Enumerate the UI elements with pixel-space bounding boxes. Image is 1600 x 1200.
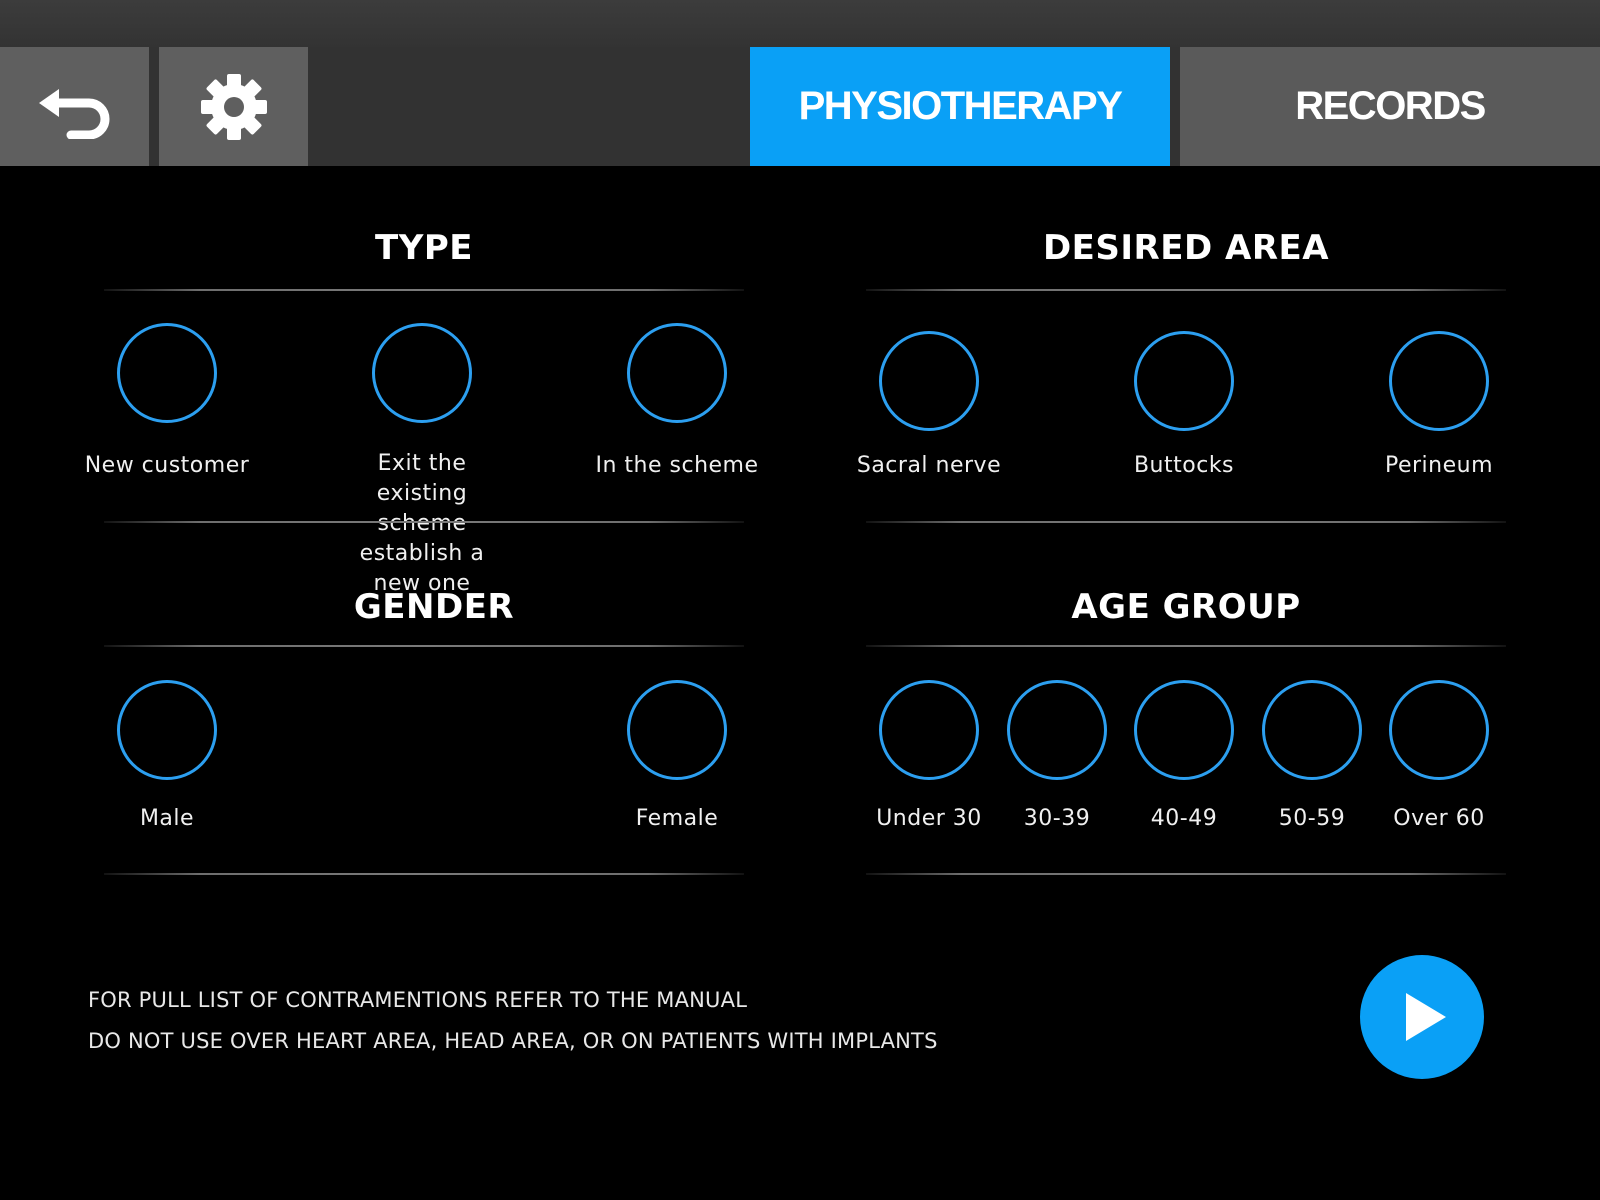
warning-line-1: FOR PULL LIST OF CONTRAMENTIONS REFER TO… [88,988,748,1012]
gender-title: GENDER [353,587,515,627]
area-option-buttocks[interactable]: Buttocks [1099,331,1269,481]
type-rule-top [104,289,744,291]
warning-notes: FOR PULL LIST OF CONTRAMENTIONS REFER TO… [88,980,938,1062]
gender-option-male[interactable]: Male [82,680,252,834]
tab-physiotherapy-label: PHYSIOTHERAPY [798,84,1123,128]
warning-line-2: DO NOT USE OVER HEART AREA, HEAD AREA, O… [88,1029,938,1053]
option-label: Perineum [1384,453,1494,478]
radio-circle[interactable] [879,680,979,780]
radio-circle[interactable] [117,323,217,423]
gender-section: GENDER Male Female [104,583,744,883]
option-label: Sacral nerve [856,453,1002,478]
option-label: Over 60 [1393,806,1485,831]
age-section: AGE GROUP Under 30 30-39 40-49 50-59 Ove… [866,583,1506,883]
gender-rule-top [104,645,744,647]
age-rule-bottom [866,873,1506,875]
radio-circle[interactable] [372,323,472,423]
type-option-new-customer[interactable]: New customer [82,323,252,481]
type-title: TYPE [375,228,473,268]
type-option-in-scheme[interactable]: In the scheme [592,323,762,481]
area-option-sacral-nerve[interactable]: Sacral nerve [844,331,1014,481]
gear-icon [200,73,267,140]
radio-circle[interactable] [1134,331,1234,431]
radio-circle[interactable] [627,680,727,780]
radio-circle[interactable] [879,331,979,431]
tab-records-label: RECORDS [1295,84,1486,128]
settings-button[interactable] [159,47,308,166]
tab-physiotherapy[interactable]: PHYSIOTHERAPY [750,47,1170,166]
radio-circle[interactable] [1389,680,1489,780]
type-rule-bottom [104,521,744,523]
option-label: Buttocks [1133,453,1235,478]
radio-circle[interactable] [627,323,727,423]
type-section: TYPE New customer Exit the existing sche… [85,225,758,596]
option-label: In the scheme [595,453,759,478]
back-button[interactable] [0,47,149,166]
radio-circle[interactable] [1389,331,1489,431]
age-title: AGE GROUP [1071,587,1301,627]
start-button[interactable] [1360,955,1484,1079]
option-label: New customer [84,453,250,478]
option-label: Female [635,806,719,831]
gender-option-female[interactable]: Female [592,680,762,834]
gender-rule-bottom [104,873,744,875]
age-rule-top [866,645,1506,647]
age-option-over-60[interactable]: Over 60 [1354,680,1524,834]
area-rule-bottom [866,521,1506,523]
back-arrow-icon [38,88,109,139]
area-title: DESIRED AREA [1042,228,1330,268]
top-strip [0,0,1600,47]
radio-circle[interactable] [1007,680,1107,780]
top-bar: PHYSIOTHERAPY RECORDS [0,47,1600,166]
type-option-new-scheme[interactable]: Exit the existing scheme establish a new… [337,323,507,599]
area-option-perineum[interactable]: Perineum [1354,331,1524,481]
area-section: DESIRED AREA Sacral nerve Buttocks Perin… [857,225,1506,525]
radio-circle[interactable] [1262,680,1362,780]
option-label: Male [139,806,195,831]
radio-circle[interactable] [117,680,217,780]
play-icon [1406,993,1446,1041]
tab-records[interactable]: RECORDS [1180,47,1600,166]
option-label: Exit the existing scheme establish a new… [359,451,485,596]
radio-circle[interactable] [1134,680,1234,780]
area-rule-top [866,289,1506,291]
